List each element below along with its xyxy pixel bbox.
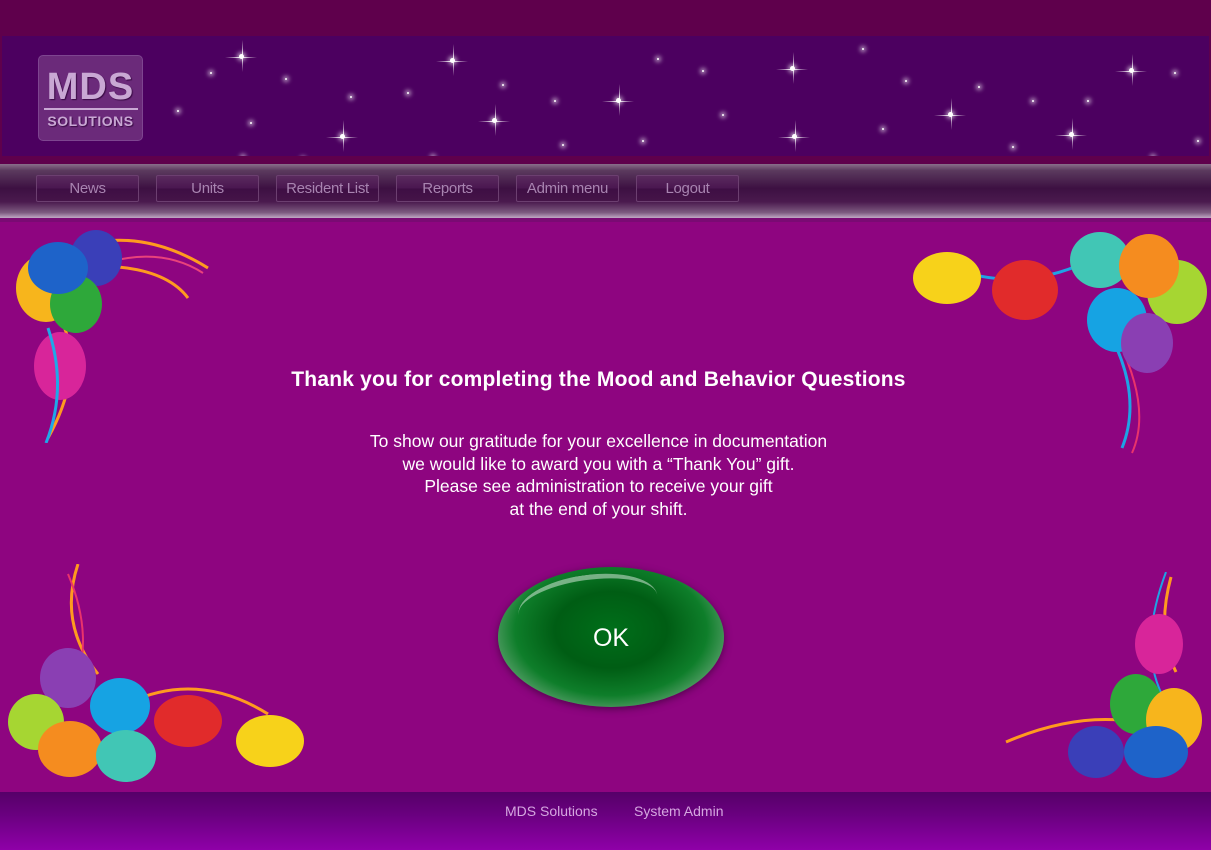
- nav-resident-list-button[interactable]: Resident List: [276, 175, 379, 202]
- top-bar: [0, 0, 1211, 36]
- star-icon: [478, 104, 510, 136]
- logo-subtitle: SOLUTIONS: [47, 113, 134, 129]
- star-icon: [1055, 118, 1087, 150]
- star-icon: [642, 140, 644, 142]
- star-icon: [1087, 100, 1089, 102]
- star-icon: [862, 48, 864, 50]
- star-icon: [776, 52, 808, 84]
- logo-divider: [43, 108, 138, 110]
- mds-logo: MDS SOLUTIONS: [38, 55, 143, 141]
- star-icon: [285, 78, 287, 80]
- star-icon: [225, 40, 257, 72]
- message-line: To show our gratitude for your excellenc…: [369, 431, 828, 451]
- nav-bar: News Units Resident List Reports Admin m…: [0, 164, 1211, 218]
- star-icon: [1032, 100, 1034, 102]
- star-icon: [502, 84, 504, 86]
- balloons-top-left-icon: [16, 230, 209, 443]
- star-icon: [436, 44, 468, 76]
- footer-link-system-admin[interactable]: System Admin: [634, 803, 723, 819]
- star-icon: [722, 114, 724, 116]
- logo-title: MDS: [46, 66, 135, 108]
- balloons-bottom-left-icon: [8, 564, 304, 782]
- nav-units-button[interactable]: Units: [156, 175, 259, 202]
- star-icon: [210, 72, 212, 74]
- star-icon: [554, 100, 556, 102]
- star-icon: [1012, 146, 1014, 148]
- page-title: Thank you for completing the Mood and Be…: [291, 368, 906, 391]
- star-icon: [657, 58, 659, 60]
- main-content: Thank you for completing the Mood and Be…: [0, 222, 1211, 792]
- star-icon: [1174, 72, 1176, 74]
- star-icon: [250, 122, 252, 124]
- message-line: we would like to award you with a “Thank…: [402, 453, 795, 474]
- footer-link-mds-solutions[interactable]: MDS Solutions: [505, 803, 598, 819]
- star-icon: [1115, 54, 1147, 86]
- star-icon: [1197, 140, 1199, 142]
- star-icon: [350, 96, 352, 98]
- balloons-top-right-icon: [913, 232, 1207, 454]
- nav-news-button[interactable]: News: [36, 175, 139, 202]
- star-icon: [562, 144, 564, 146]
- ok-button-label: OK: [592, 624, 630, 652]
- star-icon: [934, 98, 966, 130]
- star-icon: [882, 128, 884, 130]
- star-icon: [407, 92, 409, 94]
- star-icon: [602, 84, 634, 116]
- footer: MDS Solutions System Admin: [0, 792, 1211, 850]
- header-banner: MDS SOLUTIONS: [0, 36, 1211, 156]
- balloons-bottom-right-icon: [1005, 572, 1202, 778]
- banner-border: [0, 156, 1211, 164]
- star-icon: [702, 70, 704, 72]
- star-icon: [177, 110, 179, 112]
- star-icon: [778, 120, 810, 152]
- message-line: at the end of your shift.: [509, 498, 688, 519]
- ok-button[interactable]: OK: [498, 567, 724, 707]
- star-icon: [905, 80, 907, 82]
- gift-message: To show our gratitude for your excellenc…: [0, 430, 1197, 520]
- star-icon: [978, 86, 980, 88]
- nav-logout-button[interactable]: Logout: [636, 175, 739, 202]
- nav-reports-button[interactable]: Reports: [396, 175, 499, 202]
- nav-admin-menu-button[interactable]: Admin menu: [516, 175, 619, 202]
- message-line: Please see administration to receive you…: [424, 476, 773, 496]
- star-icon: [326, 120, 358, 152]
